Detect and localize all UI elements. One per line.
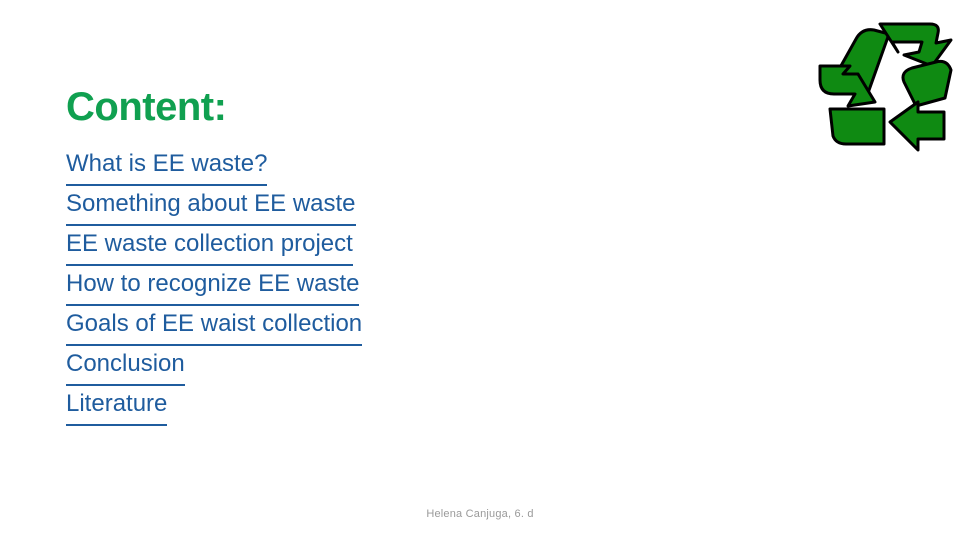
toc-link-something-about-ee-waste[interactable]: Something about EE waste bbox=[66, 184, 356, 226]
toc-link-goals-of-ee-waist-collection[interactable]: Goals of EE waist collection bbox=[66, 304, 363, 346]
author-footnote: Helena Canjuga, 6. d bbox=[426, 508, 534, 520]
toc-link-conclusion[interactable]: Conclusion bbox=[66, 344, 185, 386]
table-of-contents-list: What is EE waste? Something about EE was… bbox=[66, 144, 486, 426]
toc-link-literature[interactable]: Literature bbox=[66, 384, 168, 426]
list-item: EE waste collection project bbox=[66, 224, 486, 266]
page-title: Content: bbox=[66, 84, 227, 129]
toc-link-what-is-ee-waste[interactable]: What is EE waste? bbox=[66, 144, 268, 186]
list-item: Conclusion bbox=[66, 344, 486, 386]
slide-canvas: Content: What is EE waste? Something abo… bbox=[0, 0, 960, 540]
list-item: What is EE waste? bbox=[66, 144, 486, 186]
recycling-symbol-icon bbox=[812, 14, 958, 160]
toc-link-how-to-recognize-ee-waste[interactable]: How to recognize EE waste bbox=[66, 264, 360, 306]
toc-link-ee-waste-collection-project[interactable]: EE waste collection project bbox=[66, 224, 353, 266]
list-item: How to recognize EE waste bbox=[66, 264, 486, 306]
list-item: Goals of EE waist collection bbox=[66, 304, 486, 346]
list-item: Literature bbox=[66, 384, 486, 426]
list-item: Something about EE waste bbox=[66, 184, 486, 226]
